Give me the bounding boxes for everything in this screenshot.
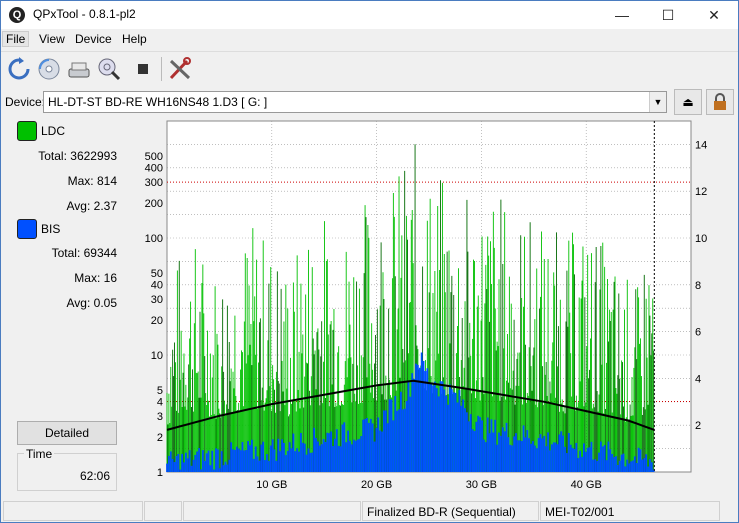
bis-avg: Avg: 0.05: [66, 296, 118, 310]
minimize-button[interactable]: —: [599, 1, 645, 29]
y-left-tick-label: 5: [157, 385, 163, 397]
ldc-max: Max: 814: [67, 174, 117, 188]
device-label: Device:: [5, 95, 46, 109]
time-value: 62:06: [79, 469, 110, 483]
y-left-tick-label: 400: [145, 163, 163, 175]
y-left-tick-label: 500: [145, 151, 163, 163]
lock-icon: [714, 93, 726, 110]
x-tick-label: 10 GB: [256, 479, 287, 491]
maximize-button[interactable]: ☐: [645, 1, 691, 29]
y-left-tick-label: 2: [157, 432, 163, 444]
window-title: QPxTool - 0.8.1-pl2: [33, 7, 136, 21]
status-cell-2: [144, 501, 182, 521]
y-left-tick-label: 1: [157, 467, 163, 479]
toolbar-separator: [161, 57, 162, 81]
menu-view[interactable]: View: [39, 32, 65, 46]
y-right-tick-label: 8: [695, 280, 701, 292]
bis-max: Max: 16: [74, 271, 117, 285]
y-left-tick-label: 100: [145, 233, 163, 245]
tools-icon[interactable]: [166, 55, 194, 83]
menu-device[interactable]: Device: [75, 32, 112, 46]
refresh-icon[interactable]: [5, 55, 33, 83]
status-cell-3: [183, 501, 361, 521]
y-right-tick-label: 12: [695, 186, 707, 198]
ldc-total: Total: 3622993: [38, 149, 117, 163]
ldc-color-swatch: [17, 121, 37, 141]
disc-icon[interactable]: [35, 55, 63, 83]
ldc-avg: Avg: 2.37: [66, 199, 118, 213]
bis-label: BIS: [41, 222, 61, 236]
time-label: Time: [24, 447, 55, 461]
main-window: Q QPxTool - 0.8.1-pl2 — ☐ ✕ File View De…: [0, 0, 739, 523]
y-left-tick-label: 10: [151, 350, 163, 362]
y-right-tick-label: 14: [695, 139, 707, 151]
y-left-tick-label: 200: [145, 198, 163, 210]
chevron-down-icon[interactable]: ▼: [649, 92, 666, 112]
y-right-tick-label: 2: [695, 420, 701, 432]
y-left-tick-label: 50: [151, 268, 163, 280]
menu-file[interactable]: File: [1, 31, 30, 47]
device-value: HL-DT-ST BD-RE WH16NS48 1.D3 [ G: ]: [48, 95, 268, 109]
toolbar: [1, 51, 738, 86]
scanner-icon[interactable]: [65, 55, 93, 83]
x-tick-label: 20 GB: [361, 479, 392, 491]
y-left-tick-label: 4: [157, 397, 163, 409]
status-bar: Finalized BD-R (Sequential) MEI-T02/001: [1, 499, 738, 521]
status-media-id: MEI-T02/001: [540, 501, 720, 521]
y-left-tick-label: 300: [145, 177, 163, 189]
y-left-tick-label: 40: [151, 280, 163, 292]
lock-button[interactable]: [706, 89, 734, 115]
device-row: Device: HL-DT-ST BD-RE WH16NS48 1.D3 [ G…: [1, 87, 738, 115]
search-disc-icon[interactable]: [95, 55, 123, 83]
ldc-label: LDC: [41, 124, 66, 138]
eject-button[interactable]: ⏏: [674, 89, 702, 115]
status-cell-1: [3, 501, 143, 521]
scan-chart: 1 2 3 4 5 10 20 30 40 50 100 200 300 400 500 2 4 6 8 10 12 14…: [126, 119, 719, 499]
stop-icon[interactable]: [129, 55, 157, 83]
bis-total: Total: 69344: [51, 246, 117, 260]
status-disc-type: Finalized BD-R (Sequential): [362, 501, 539, 521]
stats-panel: LDC Total: 3622993 Max: 814 Avg: 2.37 BI…: [11, 119, 123, 499]
y-right-tick-label: 10: [695, 233, 707, 245]
app-icon: Q: [9, 7, 25, 23]
x-tick-label: 30 GB: [466, 479, 497, 491]
chart-svg: 1234510203040501002003004005002468101214…: [145, 120, 707, 491]
bis-color-swatch: [17, 219, 37, 239]
title-bar[interactable]: Q QPxTool - 0.8.1-pl2 — ☐ ✕: [1, 1, 738, 29]
y-left-tick-label: 20: [151, 315, 163, 327]
time-box: Time 62:06: [17, 447, 117, 491]
menu-help[interactable]: Help: [122, 32, 147, 46]
eject-icon: ⏏: [682, 95, 694, 109]
y-left-tick-label: 30: [151, 294, 163, 306]
detailed-button[interactable]: Detailed: [17, 421, 117, 445]
menu-bar: File View Device Help: [1, 29, 738, 51]
y-right-tick-label: 6: [695, 327, 701, 339]
close-button[interactable]: ✕: [691, 1, 737, 29]
y-left-tick-label: 3: [157, 411, 163, 423]
y-right-tick-label: 4: [695, 373, 701, 385]
device-select[interactable]: HL-DT-ST BD-RE WH16NS48 1.D3 [ G: ] ▼: [43, 91, 667, 113]
x-tick-label: 40 GB: [571, 479, 602, 491]
